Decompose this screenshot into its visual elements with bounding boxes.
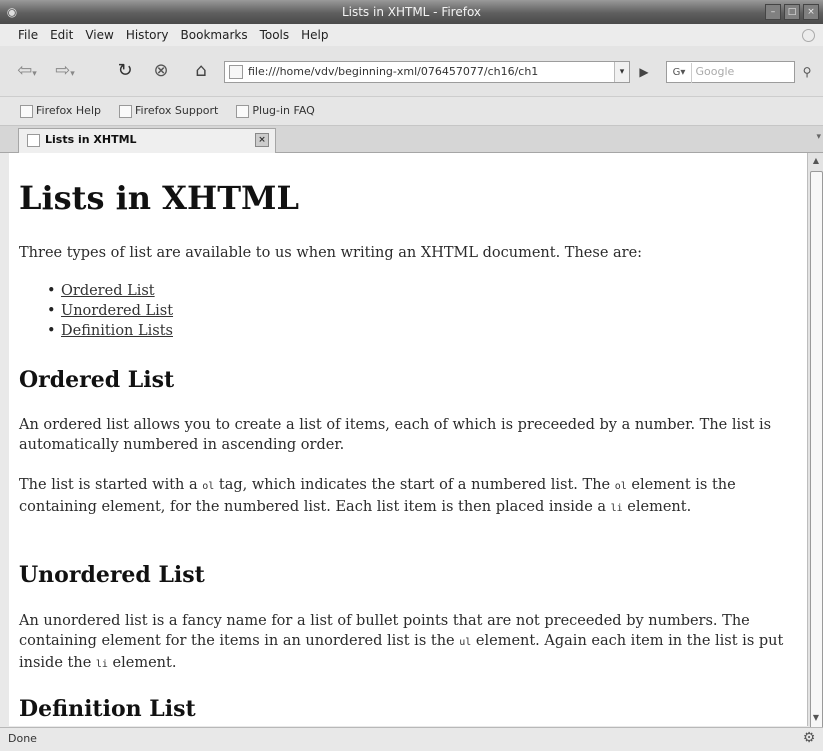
search-box[interactable]: G▾ Google [666,61,795,83]
section-heading-unordered: Unordered List [19,562,205,588]
menu-view[interactable]: View [79,24,119,46]
code-li: li [610,503,623,514]
table-of-contents: Ordered List Unordered List Definition L… [47,281,173,341]
scroll-down-icon[interactable]: ▼ [808,710,823,726]
section-heading-ordered: Ordered List [19,367,175,393]
page-favicon-icon [229,65,243,79]
bookmark-page-icon [236,104,250,118]
link-unordered-list[interactable]: Unordered List [61,303,173,319]
minimize-button[interactable]: – [765,4,781,20]
section-heading-definition: Definition List [19,696,196,722]
scroll-thumb[interactable] [810,171,823,729]
navigation-toolbar: ⇦▾ ⇨▾ ↻ ⊗ ⌂ file:///home/vdv/beginning-x… [0,46,823,97]
url-text[interactable]: file:///home/vdv/beginning-xml/076457077… [248,65,538,78]
url-bar[interactable]: file:///home/vdv/beginning-xml/076457077… [224,61,630,83]
code-ol: ol [202,481,215,492]
forward-dropdown-icon[interactable]: ▾ [70,69,75,79]
tab-list-arrow-icon[interactable]: ▾ [816,132,821,142]
bookmark-plugin-faq[interactable]: Plug-in FAQ [236,97,315,125]
bookmark-firefox-help[interactable]: Firefox Help [20,97,101,125]
ordered-paragraph-1: An ordered list allows you to create a l… [19,417,772,453]
search-engine-selector[interactable]: G▾ [667,63,692,83]
menu-bookmarks[interactable]: Bookmarks [175,24,254,46]
back-dropdown-icon[interactable]: ▾ [32,69,37,79]
home-button[interactable]: ⌂ [188,58,214,84]
tab-title: Lists in XHTML [45,133,137,146]
menu-tools[interactable]: Tools [254,24,296,46]
link-definition-lists[interactable]: Definition Lists [61,323,173,339]
ordered-paragraph-2: The list is started with a ol tag, which… [19,477,736,515]
menu-help[interactable]: Help [295,24,334,46]
throbber-icon [802,29,815,42]
tab-favicon-icon [27,133,40,147]
bookmark-firefox-support[interactable]: Firefox Support [118,97,218,125]
status-bar: Done ⚙ [0,727,823,751]
tab-lists-in-xhtml[interactable]: Lists in XHTML × [18,128,276,153]
forward-button[interactable]: ⇨▾ [52,58,78,84]
close-button[interactable]: × [803,4,819,20]
window-controls: – □ × [765,4,819,20]
menu-bar: File Edit View History Bookmarks Tools Help [0,24,823,46]
maximize-button[interactable]: □ [784,4,800,20]
firefox-icon: ◉ [6,5,18,19]
url-history-dropdown-icon[interactable]: ▾ [614,62,629,82]
bookmark-page-icon [20,104,33,118]
menu-history[interactable]: History [120,24,175,46]
vertical-scrollbar[interactable]: ▲ ▼ [807,153,823,729]
menu-file[interactable]: File [0,24,44,46]
go-button[interactable]: ▶ [633,61,655,83]
search-icon[interactable]: ⚲ [797,61,817,83]
scroll-up-icon[interactable]: ▲ [808,153,823,169]
code-ol: ol [614,481,627,492]
unordered-paragraph-1: An unordered list is a fancy name for a … [19,613,784,671]
bookmark-page-icon [118,104,132,118]
search-placeholder: Google [695,65,735,78]
tab-close-icon[interactable]: × [255,133,269,147]
reload-button[interactable]: ↻ [112,58,138,84]
list-item: Definition Lists [47,321,173,341]
tab-strip: Lists in XHTML × ▾ [0,126,823,153]
stop-button[interactable]: ⊗ [148,58,174,84]
page-heading: Lists in XHTML [19,179,299,217]
list-item: Ordered List [47,281,173,301]
intro-paragraph: Three types of list are available to us … [19,245,643,261]
bookmarks-toolbar: Firefox Help Firefox Support Plug-in FAQ [0,97,823,126]
list-item: Unordered List [47,301,173,321]
status-text: Done [8,732,37,745]
code-li: li [95,659,108,670]
gear-icon[interactable]: ⚙ [801,730,817,746]
link-ordered-list[interactable]: Ordered List [61,283,155,299]
menu-edit[interactable]: Edit [44,24,79,46]
window-title: Lists in XHTML - Firefox [341,5,482,19]
page-content: Lists in XHTML Three types of list are a… [9,153,807,726]
back-button[interactable]: ⇦▾ [14,58,40,84]
window-titlebar: ◉ Lists in XHTML - Firefox – □ × [0,0,823,24]
code-ul: ul [459,637,472,648]
